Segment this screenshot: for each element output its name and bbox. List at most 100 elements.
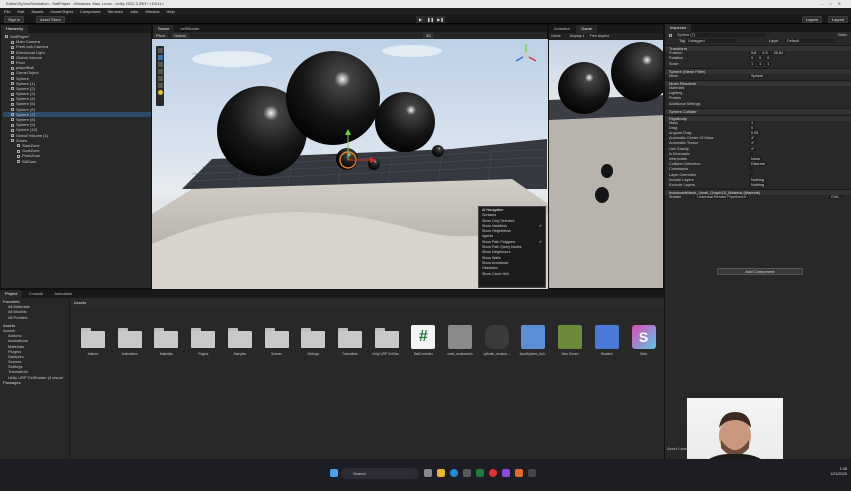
rigidbody-row-value[interactable]: None bbox=[749, 157, 763, 161]
rigidbody-row-value[interactable] bbox=[749, 172, 753, 177]
rigidbody-row-value[interactable] bbox=[749, 167, 753, 172]
sphere-object[interactable] bbox=[432, 145, 444, 157]
app-icon[interactable] bbox=[476, 469, 484, 477]
menu-item-file[interactable]: File bbox=[4, 9, 10, 14]
asset-item[interactable]: Unity URP CelSha... bbox=[370, 325, 404, 356]
unity-hub-icon[interactable] bbox=[463, 469, 471, 477]
tab-console[interactable]: Console bbox=[24, 290, 49, 298]
rotation-x-field[interactable]: 0 bbox=[749, 56, 756, 61]
layers-dropdown[interactable]: Layers bbox=[802, 16, 823, 23]
tab-game[interactable]: Game bbox=[576, 25, 598, 33]
position-z-field[interactable]: 28.81 bbox=[771, 51, 786, 56]
start-menu-icon[interactable] bbox=[330, 469, 338, 477]
tab-project[interactable]: Project bbox=[0, 290, 23, 298]
object-name-field[interactable]: Sphere (7) bbox=[675, 33, 766, 37]
asset-item[interactable]: Plugins bbox=[186, 325, 220, 356]
game-mode-dropdown[interactable]: Game bbox=[551, 34, 561, 38]
rigidbody-row-value[interactable]: 0 bbox=[749, 125, 756, 130]
asset-item[interactable]: InputSystem_Acti... bbox=[516, 325, 550, 356]
minimize-icon[interactable]: – bbox=[821, 1, 829, 6]
overlay-option[interactable]: Show Carve Hull bbox=[482, 272, 542, 277]
asset-item[interactable]: cube_recalcmesh bbox=[443, 325, 477, 356]
play-button[interactable]: ▶ bbox=[416, 16, 425, 23]
pivot-dropdown[interactable]: Pivot bbox=[153, 33, 168, 38]
transform-tools[interactable] bbox=[156, 46, 164, 106]
edge-icon[interactable] bbox=[450, 469, 458, 477]
app-icon[interactable] bbox=[515, 469, 523, 477]
tab-hierarchy[interactable]: Hierarchy bbox=[1, 25, 29, 33]
asset-item[interactable]: Samples bbox=[223, 325, 257, 356]
rotation-z-field[interactable]: 0 bbox=[765, 56, 772, 61]
favorites-item[interactable]: All Prefabs bbox=[0, 315, 69, 320]
static-toggle[interactable]: Static bbox=[838, 32, 848, 39]
window-controls[interactable]: –□✕ bbox=[821, 0, 847, 8]
tab-animation[interactable]: Animation bbox=[49, 290, 77, 298]
asset-item[interactable]: Animations bbox=[113, 325, 147, 356]
asset-store-button[interactable]: Asset Store bbox=[36, 16, 65, 23]
rigidbody-row-value[interactable]: Nothing bbox=[749, 177, 767, 182]
rigidbody-row-value[interactable]: ✔ bbox=[749, 136, 757, 141]
transform-tool-icon[interactable] bbox=[157, 83, 163, 88]
global-dropdown[interactable]: Global bbox=[171, 33, 189, 38]
rigidbody-row-value[interactable]: Nothing bbox=[749, 182, 767, 187]
menu-item-services[interactable]: Services bbox=[108, 9, 123, 14]
sphere-object[interactable] bbox=[375, 92, 435, 152]
taskbar-search[interactable]: Search bbox=[341, 468, 419, 479]
visual-studio-icon[interactable] bbox=[502, 469, 510, 477]
rigidbody-row-value[interactable]: 0.05 bbox=[749, 131, 761, 136]
chrome-icon[interactable] bbox=[489, 469, 497, 477]
asset-item[interactable]: Materials bbox=[149, 325, 183, 356]
asset-item[interactable]: # BallController bbox=[406, 325, 440, 356]
sign-in-button[interactable]: Sign in bbox=[4, 16, 25, 23]
display-dropdown[interactable]: Display 1 bbox=[570, 34, 585, 38]
aspect-dropdown[interactable]: Free Aspect bbox=[590, 34, 609, 38]
scale-x-field[interactable]: 1 bbox=[749, 61, 756, 66]
sphere-object[interactable] bbox=[336, 148, 358, 170]
rotate-tool-icon[interactable] bbox=[157, 62, 163, 67]
asset-item[interactable]: cylinder_recalcm... bbox=[480, 325, 514, 356]
add-component-button[interactable]: Add Component bbox=[717, 268, 803, 275]
step-button[interactable]: ▶❚ bbox=[436, 16, 445, 23]
asset-item[interactable]: Scenes bbox=[260, 325, 294, 356]
breadcrumb[interactable]: Assets bbox=[71, 299, 664, 306]
file-explorer-icon[interactable] bbox=[437, 469, 445, 477]
menu-item-assets[interactable]: Assets bbox=[31, 9, 43, 14]
asset-item[interactable]: TutorialInfo bbox=[333, 325, 367, 356]
layout-dropdown[interactable]: Layout bbox=[828, 16, 849, 23]
rigidbody-row-value[interactable]: 1 bbox=[749, 120, 756, 125]
navigation-tool-icon[interactable] bbox=[157, 90, 163, 95]
shader-dropdown[interactable]: Universal Render Pipeline/Lit bbox=[695, 195, 748, 200]
hierarchy-item[interactable]: KillZone bbox=[3, 159, 151, 164]
position-x-field[interactable]: 5.8 bbox=[749, 51, 759, 56]
rotation-y-field[interactable]: 0 bbox=[757, 56, 764, 61]
menu-item-jobs[interactable]: Jobs bbox=[130, 9, 138, 14]
rigidbody-row-value[interactable]: ✔ bbox=[749, 146, 757, 151]
menu-item-component[interactable]: Component bbox=[80, 9, 101, 14]
rigidbody-row-value[interactable] bbox=[749, 151, 753, 156]
asset-item[interactable]: New Terrain bbox=[553, 325, 587, 356]
asset-item[interactable]: Addons bbox=[76, 325, 110, 356]
renderer-foldout[interactable]: Additional Settings bbox=[665, 102, 851, 107]
shader-edit-button[interactable]: Edit... bbox=[829, 195, 843, 200]
task-view-icon[interactable] bbox=[424, 469, 432, 477]
unity-icon[interactable] bbox=[528, 469, 536, 477]
hand-tool-icon[interactable] bbox=[157, 48, 163, 53]
tag-dropdown[interactable]: Untagged bbox=[686, 39, 737, 43]
menu-item-gameobject[interactable]: GameObject bbox=[50, 9, 72, 14]
scale-y-field[interactable]: 1 bbox=[757, 61, 764, 66]
mesh-field[interactable]: Sphere bbox=[749, 73, 766, 78]
sphere-collider-section[interactable]: Sphere Collider bbox=[665, 107, 851, 114]
menu-item-help[interactable]: Help bbox=[167, 9, 175, 14]
orientation-gizmo[interactable] bbox=[515, 44, 537, 62]
rect-tool-icon[interactable] bbox=[157, 76, 163, 81]
layer-dropdown[interactable]: Default bbox=[785, 39, 835, 43]
packages-header[interactable]: Packages bbox=[0, 380, 69, 385]
tab-inspector[interactable]: Inspector bbox=[665, 24, 692, 32]
position-y-field[interactable]: 0.5 bbox=[760, 51, 770, 56]
asset-item[interactable]: Settings bbox=[296, 325, 330, 356]
sphere-object[interactable] bbox=[286, 51, 380, 145]
menu-item-window[interactable]: Window bbox=[145, 9, 159, 14]
pause-button[interactable]: ❚❚ bbox=[426, 16, 435, 23]
2d-toggle[interactable]: 2D bbox=[423, 32, 435, 39]
rigidbody-row-value[interactable]: Discrete bbox=[749, 162, 767, 167]
